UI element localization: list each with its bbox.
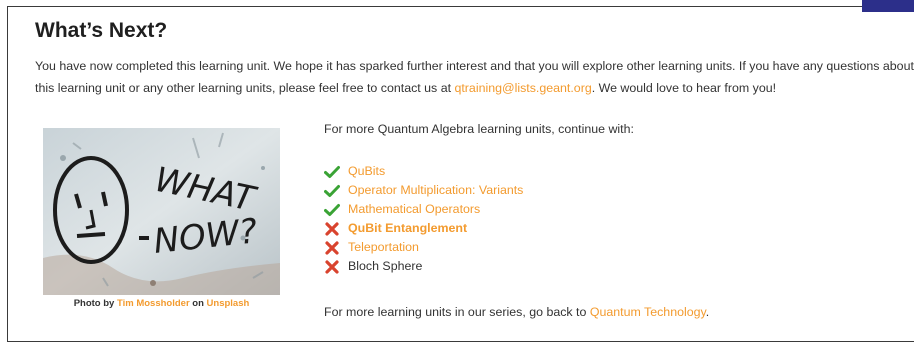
back-text-end: . [705,305,710,319]
unit-bloch-sphere: Bloch Sphere [348,259,423,273]
continue-text: For more Quantum Algebra learning units,… [324,122,634,136]
cross-icon [324,259,340,274]
unit-link-qubits[interactable]: QuBits [348,162,385,181]
intro-paragraph: You have now completed this learning uni… [35,55,914,99]
unit-link-mathematical-operators[interactable]: Mathematical Operators [348,200,480,219]
unit-link-teleportation[interactable]: Teleportation [348,238,419,257]
page-title: What’s Next? [35,19,168,42]
list-item: Bloch Sphere [324,257,884,276]
list-item: Mathematical Operators [324,200,884,219]
unit-current-qubit-entanglement: QuBit Entanglement [348,221,468,235]
check-icon [324,184,340,198]
check-icon [324,203,340,217]
source-link[interactable]: Unsplash [207,298,250,309]
photo-caption: Photo by Tim Mossholder on Unsplash [43,298,280,309]
corner-tab [862,0,914,12]
caption-mid: on [189,298,207,309]
what-now-photo: WHAT NOW? [43,128,280,295]
email-link[interactable]: qtraining@lists.geant.org [454,81,591,95]
back-text: For more learning units in our series, g… [324,305,590,319]
author-link[interactable]: Tim Mossholder [117,298,190,309]
list-item: Teleportation [324,238,884,257]
cross-icon [324,240,340,255]
list-item: QuBits [324,162,884,181]
check-icon [324,165,340,179]
cross-icon [324,221,340,236]
list-item: QuBit Entanglement [324,219,884,238]
back-paragraph: For more learning units in our series, g… [324,302,884,322]
list-item: Operator Multiplication: Variants [324,181,884,200]
caption-prefix: Photo by [73,298,117,309]
intro-text-end: . We would love to hear from you! [591,81,777,95]
next-units-panel: For more Quantum Algebra learning units,… [324,118,884,322]
unit-link-operator-multiplication[interactable]: Operator Multiplication: Variants [348,181,523,200]
quantum-technology-link[interactable]: Quantum Technology [590,305,706,319]
units-list: QuBits Operator Multiplication: Variants… [324,162,884,276]
